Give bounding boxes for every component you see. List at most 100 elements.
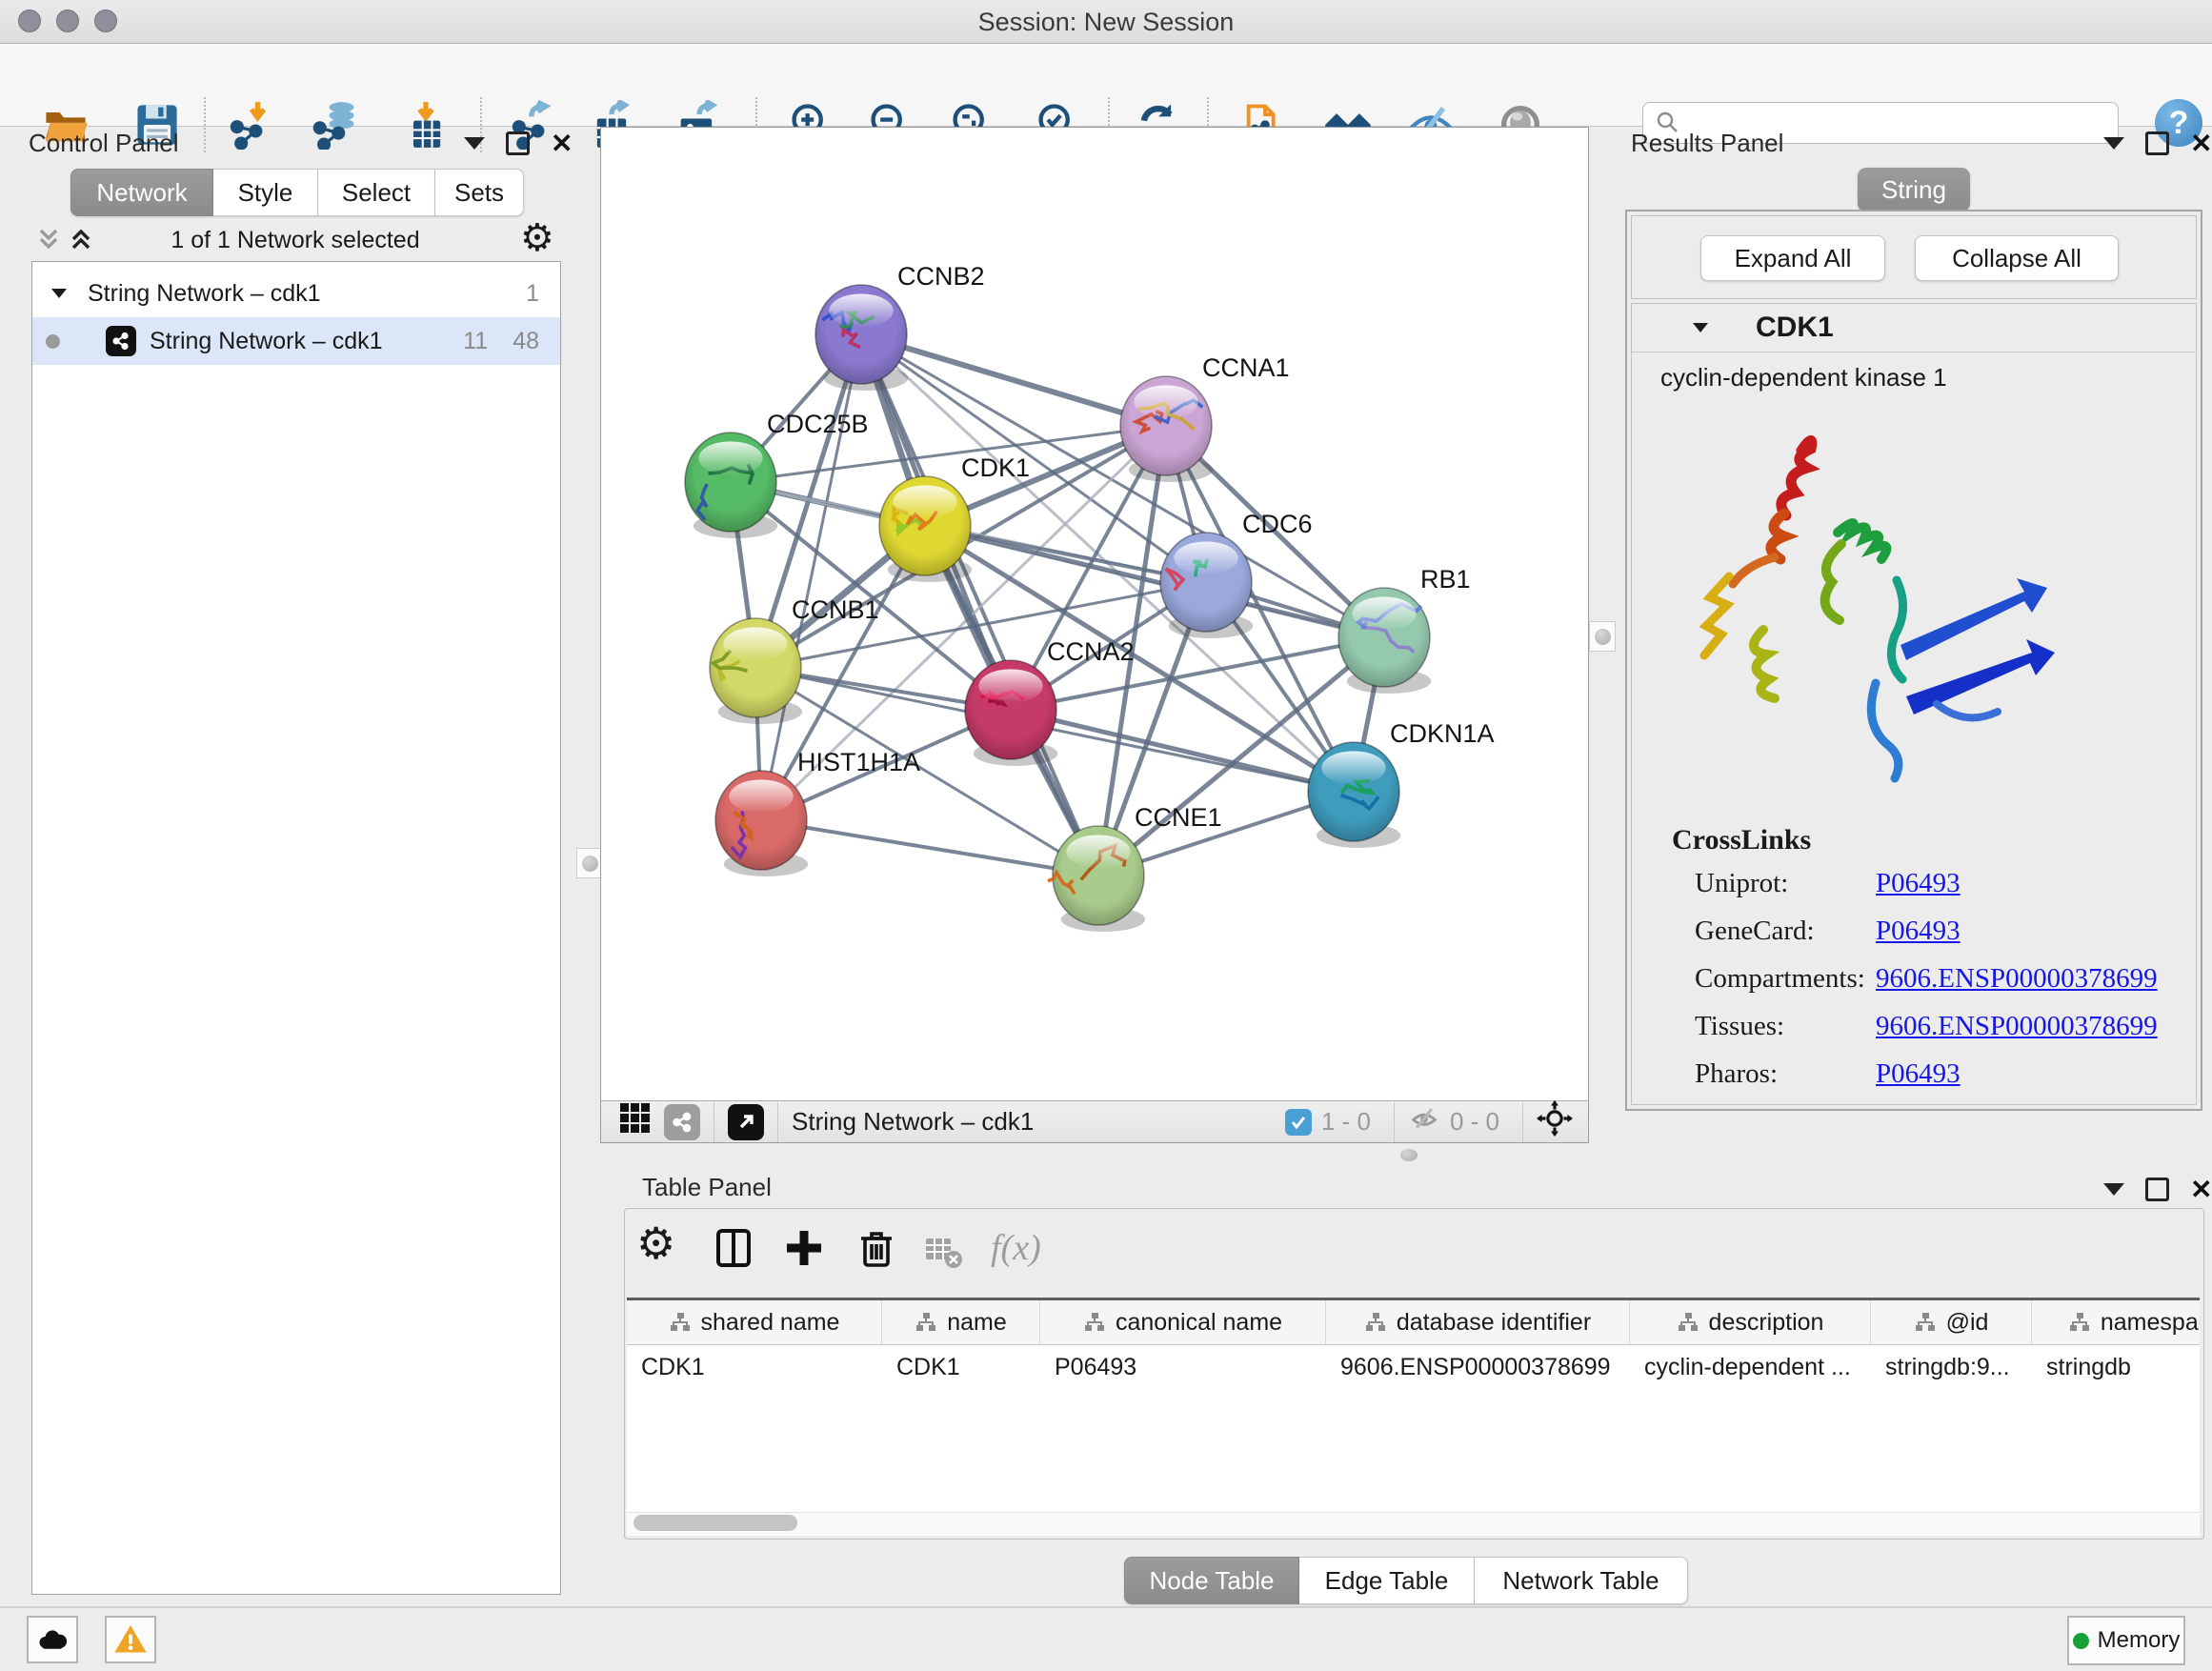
table-horizontal-scrollbar[interactable] — [627, 1512, 2200, 1536]
import-network-button[interactable] — [226, 99, 277, 151]
table-row[interactable]: CDK1CDK1P064939606.ENSP00000378699cyclin… — [627, 1345, 2200, 1389]
network-options-gear-icon[interactable]: ⚙ — [520, 219, 554, 257]
crosslink-value-link[interactable]: P06493 — [1876, 1058, 1961, 1090]
tab-sets[interactable]: Sets — [435, 169, 524, 216]
node-label-CCNA1: CCNA1 — [1202, 353, 1290, 382]
panel-collapse-icon[interactable] — [2103, 1183, 2124, 1196]
table-scrollbar-thumb[interactable] — [633, 1515, 797, 1531]
memory-label: Memory — [2098, 1627, 2181, 1654]
network-collection-row[interactable]: String Network – cdk1 1 — [32, 270, 560, 317]
column-header-name[interactable]: name — [882, 1300, 1040, 1344]
panel-collapse-icon[interactable] — [464, 137, 485, 150]
panel-close-icon[interactable]: ✕ — [551, 134, 573, 153]
table-cell[interactable]: P06493 — [1040, 1345, 1326, 1389]
panel-float-icon[interactable] — [2145, 1178, 2169, 1201]
results-tab-string[interactable]: String — [1858, 168, 1970, 211]
grid-view-button[interactable] — [618, 1101, 653, 1142]
network-node-CDC6[interactable] — [1160, 533, 1253, 638]
network-node-CCNB1[interactable] — [710, 618, 802, 724]
column-header-description[interactable]: description — [1630, 1300, 1871, 1344]
network-row[interactable]: String Network – cdk1 11 48 — [32, 317, 560, 365]
crosslink-value-link[interactable]: 9606.ENSP00000378699 — [1876, 1011, 2158, 1042]
tab-edge-table[interactable]: Edge Table — [1299, 1557, 1475, 1604]
columns-icon — [713, 1227, 754, 1269]
birdseye-toggle-button[interactable] — [728, 1104, 764, 1140]
table-panel-controls: ✕ — [2103, 1178, 2212, 1201]
crosslink-value-link[interactable]: P06493 — [1876, 868, 1961, 899]
bottom-splitter-handle[interactable] — [1400, 1149, 1418, 1161]
network-node-CDC25B[interactable] — [685, 433, 777, 538]
table-cell[interactable]: CDK1 — [882, 1345, 1040, 1389]
show-columns-button[interactable] — [713, 1227, 754, 1274]
network-node-CCNB2[interactable] — [815, 285, 908, 391]
tab-select[interactable]: Select — [318, 169, 435, 216]
expand-all-button[interactable]: Expand All — [1700, 235, 1885, 281]
entry-description: cyclin-dependent kinase 1 — [1660, 363, 1947, 393]
plus-icon — [783, 1227, 825, 1269]
delete-column-button[interactable] — [855, 1227, 897, 1274]
network-status-dot-icon — [46, 334, 60, 349]
selected-checkbox[interactable] — [1285, 1109, 1312, 1136]
entry-collapse-icon[interactable] — [1689, 316, 1712, 339]
node-label-CCNB2: CCNB2 — [897, 262, 985, 291]
cloud-status-button[interactable] — [27, 1616, 78, 1663]
network-node-HIST1H1A[interactable] — [715, 771, 808, 876]
network-node-RB1[interactable] — [1338, 588, 1431, 694]
add-column-button[interactable] — [783, 1227, 825, 1274]
panel-float-icon[interactable] — [506, 131, 530, 155]
panel-close-icon[interactable]: ✕ — [2190, 134, 2212, 153]
node-label-HIST1H1A: HIST1H1A — [797, 748, 920, 776]
tab-style[interactable]: Style — [213, 169, 318, 216]
table-settings-gear-icon[interactable]: ⚙ — [636, 1221, 675, 1265]
table-cell[interactable]: 9606.ENSP00000378699 — [1326, 1345, 1630, 1389]
table-cell[interactable]: CDK1 — [627, 1345, 882, 1389]
panel-close-icon[interactable]: ✕ — [2190, 1180, 2212, 1199]
memory-button[interactable]: Memory — [2067, 1616, 2185, 1665]
warnings-button[interactable] — [105, 1616, 156, 1663]
left-splitter-handle[interactable] — [576, 848, 603, 878]
network-node-CDK1[interactable] — [879, 476, 972, 582]
panel-float-icon[interactable] — [2145, 131, 2169, 155]
network-edge[interactable] — [761, 820, 1098, 876]
network-node-CDKN1A[interactable] — [1308, 742, 1400, 848]
network-edge[interactable] — [1011, 710, 1354, 792]
collapse-all-button[interactable]: Collapse All — [1915, 235, 2119, 281]
column-header-database-identifier[interactable]: database identifier — [1326, 1300, 1630, 1344]
column-header-shared-name[interactable]: shared name — [627, 1300, 882, 1344]
tab-network-table[interactable]: Network Table — [1475, 1557, 1688, 1604]
collapse-all-networks-button[interactable] — [34, 225, 63, 258]
column-header-canonical-name[interactable]: canonical name — [1040, 1300, 1326, 1344]
network-view[interactable]: CCNB2CCNA1CDC25BCDK1CDC6RB1CCNB1CCNA2CDK… — [600, 127, 1589, 1143]
crosslink-value-link[interactable]: P06493 — [1876, 916, 1961, 947]
hierarchy-icon — [915, 1311, 937, 1334]
import-database-button[interactable] — [310, 99, 361, 151]
network-node-CCNE1[interactable] — [1048, 826, 1145, 932]
import-table-button[interactable] — [400, 99, 452, 151]
column-header-@id[interactable]: @id — [1871, 1300, 2032, 1344]
hidden-items-icon — [1408, 1102, 1440, 1141]
tree-expand-icon[interactable] — [48, 282, 70, 305]
table-body: CDK1CDK1P064939606.ENSP00000378699cyclin… — [627, 1345, 2200, 1389]
network-node-count: 11 — [463, 328, 488, 355]
crosslink-value-link[interactable]: 9606.ENSP00000378699 — [1876, 963, 2158, 995]
network-node-CCNA1[interactable] — [1120, 376, 1213, 482]
tab-network[interactable]: Network — [70, 169, 213, 216]
tab-node-table[interactable]: Node Table — [1124, 1557, 1299, 1604]
network-label: String Network – cdk1 — [150, 328, 383, 355]
table-cell[interactable]: stringdb — [2032, 1345, 2200, 1389]
pan-mode-button[interactable] — [1537, 1100, 1573, 1143]
network-canvas[interactable]: CCNB2CCNA1CDC25BCDK1CDC6RB1CCNB1CCNA2CDK… — [601, 128, 1588, 1101]
protein-structure-image — [1651, 418, 2089, 799]
results-entry-header[interactable]: CDK1 — [1632, 304, 2196, 352]
toolbar-separator — [1394, 1102, 1395, 1142]
table-cell[interactable]: cyclin-dependent ... — [1630, 1345, 1871, 1389]
network-type-button[interactable] — [664, 1104, 700, 1140]
table-cell[interactable]: stringdb:9... — [1871, 1345, 2032, 1389]
panel-collapse-icon[interactable] — [2103, 137, 2124, 150]
network-node-CCNA2[interactable] — [965, 660, 1057, 766]
network-edge[interactable] — [861, 334, 1098, 876]
expand-all-networks-button[interactable] — [67, 225, 95, 258]
network-edge[interactable] — [925, 526, 1384, 637]
right-splitter-handle[interactable] — [1589, 621, 1616, 652]
column-header-namespace[interactable]: namespace — [2032, 1300, 2200, 1344]
